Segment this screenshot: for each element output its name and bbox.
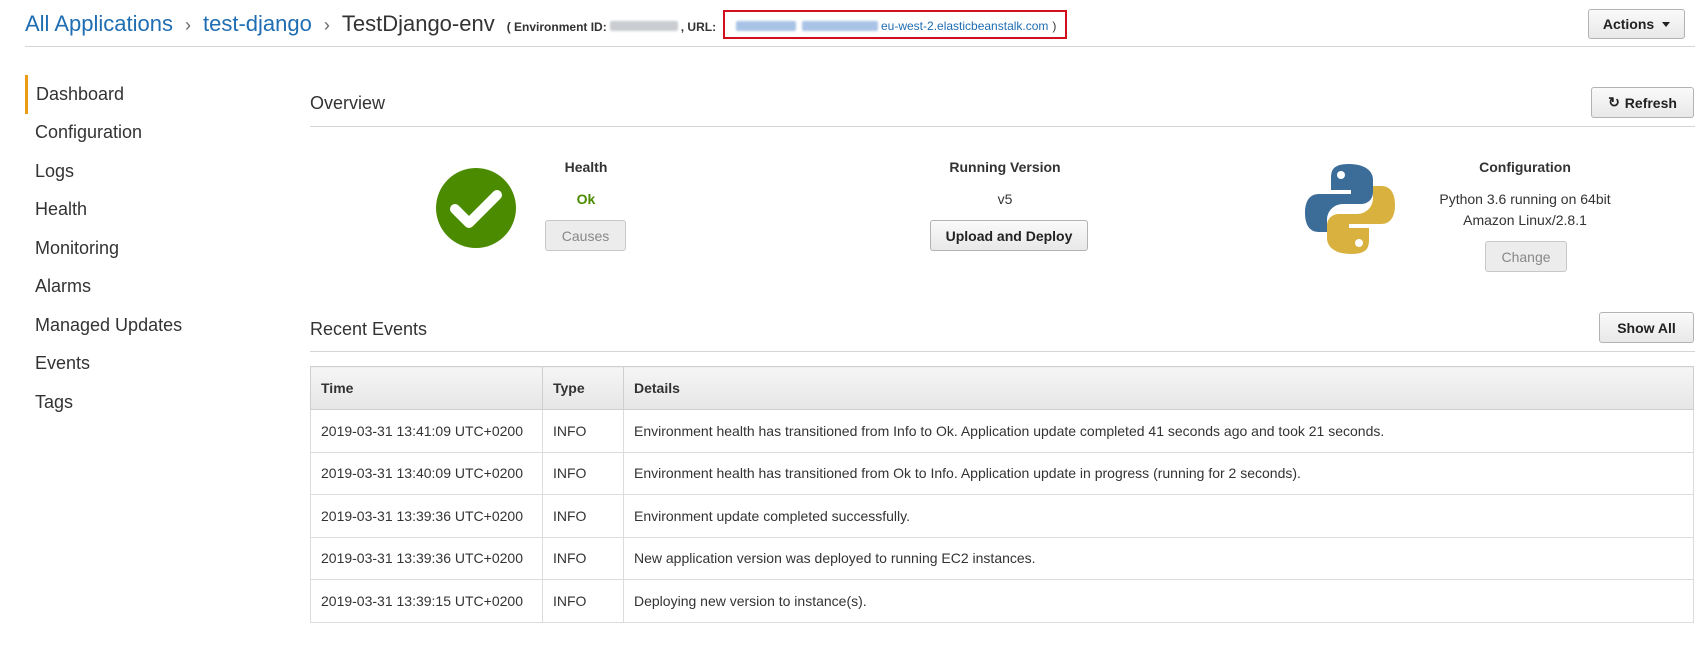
event-details: New application version was deployed to … — [623, 536, 1694, 580]
sidebar-item-alarms[interactable]: Alarms — [25, 268, 255, 307]
health-status: Ok — [576, 191, 596, 207]
running-version-label: Running Version — [949, 159, 1061, 175]
events-divider — [310, 351, 1695, 352]
table-row: 2019-03-31 13:41:09 UTC+0200 INFO Enviro… — [310, 409, 1694, 453]
overview-title: Overview — [310, 93, 386, 113]
environment-url-text: eu-west-2.elasticbeanstalk.com — [881, 19, 1049, 33]
configuration-label: Configuration — [1479, 159, 1571, 175]
actions-label: Actions — [1602, 16, 1655, 32]
column-header-type[interactable]: Type — [542, 366, 624, 410]
overview-divider — [310, 126, 1695, 127]
sidebar-item-events[interactable]: Events — [25, 345, 255, 384]
page-header: All Applications › test-django › TestDja… — [25, 8, 1695, 47]
event-details: Environment update completed successfull… — [623, 494, 1694, 538]
sidebar-item-managed-updates[interactable]: Managed Updates — [25, 306, 255, 345]
refresh-icon: ↻ — [1608, 94, 1620, 110]
event-time: 2019-03-31 13:39:36 UTC+0200 — [310, 536, 543, 580]
event-type: INFO — [542, 579, 624, 623]
breadcrumb-all-applications[interactable]: All Applications — [25, 11, 173, 37]
show-all-button[interactable]: Show All — [1599, 312, 1694, 343]
recent-events-title: Recent Events — [310, 319, 428, 339]
sidebar: Dashboard Configuration Logs Health Moni… — [25, 75, 255, 422]
caret-down-icon — [1662, 21, 1671, 27]
redacted-url-part — [736, 21, 796, 31]
redacted-url-part — [802, 21, 878, 31]
environment-id-label: ( Environment ID: — [506, 20, 607, 34]
sidebar-item-monitoring[interactable]: Monitoring — [25, 229, 255, 268]
upload-and-deploy-button[interactable]: Upload and Deploy — [930, 220, 1088, 251]
sidebar-item-tags[interactable]: Tags — [25, 383, 255, 422]
url-close-paren: ) — [1052, 19, 1057, 33]
sidebar-item-logs[interactable]: Logs — [25, 152, 255, 191]
table-row: 2019-03-31 13:39:36 UTC+0200 INFO New ap… — [310, 536, 1694, 580]
column-header-time[interactable]: Time — [310, 366, 543, 410]
redacted-environment-id — [609, 21, 678, 31]
chevron-right-icon: › — [184, 15, 191, 35]
event-time: 2019-03-31 13:39:36 UTC+0200 — [310, 494, 543, 538]
table-row: 2019-03-31 13:39:15 UTC+0200 INFO Deploy… — [310, 579, 1694, 623]
events-table: Time Type Details 2019-03-31 13:41:09 UT… — [310, 366, 1694, 623]
causes-button[interactable]: Causes — [545, 220, 626, 251]
event-details: Deploying new version to instance(s). — [623, 579, 1694, 623]
configuration-platform-line2: Amazon Linux/2.8.1 — [1463, 212, 1587, 228]
configuration-platform-line1: Python 3.6 running on 64bit — [1439, 191, 1611, 207]
event-details: Environment health has transitioned from… — [623, 409, 1694, 453]
check-circle-icon — [436, 168, 516, 248]
sidebar-item-dashboard[interactable]: Dashboard — [25, 75, 255, 114]
event-type: INFO — [542, 451, 624, 495]
table-row: 2019-03-31 13:40:09 UTC+0200 INFO Enviro… — [310, 451, 1694, 495]
event-time: 2019-03-31 13:41:09 UTC+0200 — [310, 409, 543, 453]
table-row: 2019-03-31 13:39:36 UTC+0200 INFO Enviro… — [310, 494, 1694, 538]
sidebar-item-health[interactable]: Health — [25, 191, 255, 230]
python-logo-icon — [1305, 164, 1395, 254]
event-type: INFO — [542, 494, 624, 538]
event-type: INFO — [542, 409, 624, 453]
table-header-row: Time Type Details — [310, 366, 1694, 410]
environment-meta: ( Environment ID: , URL: — [507, 20, 716, 34]
event-time: 2019-03-31 13:40:09 UTC+0200 — [310, 451, 543, 495]
event-type: INFO — [542, 536, 624, 580]
event-time: 2019-03-31 13:39:15 UTC+0200 — [310, 579, 543, 623]
health-label: Health — [564, 159, 608, 175]
running-version-value: v5 — [997, 191, 1013, 207]
breadcrumb-application[interactable]: test-django — [203, 11, 312, 37]
page-title: TestDjango-env — [341, 11, 495, 36]
actions-button[interactable]: Actions — [1588, 9, 1685, 39]
column-header-details[interactable]: Details — [623, 366, 1694, 410]
url-highlight-box: eu-west-2.elasticbeanstalk.com ) — [723, 10, 1067, 39]
sidebar-item-configuration[interactable]: Configuration — [25, 114, 255, 153]
url-label: , URL: — [680, 20, 717, 34]
environment-url-link[interactable]: eu-west-2.elasticbeanstalk.com ) — [733, 19, 1056, 33]
refresh-label: Refresh — [1624, 94, 1677, 111]
chevron-right-icon: › — [323, 15, 330, 35]
change-button[interactable]: Change — [1485, 241, 1567, 272]
refresh-button[interactable]: ↻ Refresh — [1591, 87, 1694, 118]
breadcrumb: All Applications › test-django › TestDja… — [25, 11, 716, 37]
event-details: Environment health has transitioned from… — [623, 451, 1694, 495]
